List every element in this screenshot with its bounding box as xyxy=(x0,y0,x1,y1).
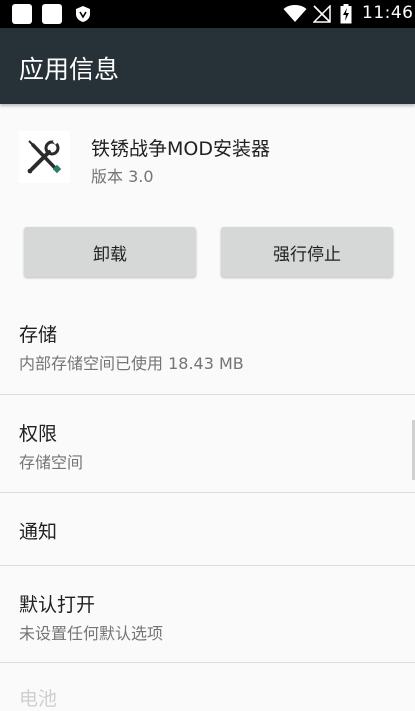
status-bar: 11:46 xyxy=(0,0,415,28)
permissions-title: 权限 xyxy=(19,423,58,445)
divider xyxy=(0,662,415,663)
notifications-title: 通知 xyxy=(19,521,58,543)
battery-title[interactable]: 电池 xyxy=(19,684,57,711)
notifications-item[interactable]: 通知 xyxy=(0,493,415,565)
tools-icon xyxy=(27,138,62,174)
storage-item[interactable]: 存储 内部存储空间已使用 18.43 MB xyxy=(0,299,415,391)
open-by-default-title: 默认打开 xyxy=(19,594,96,616)
app-icon xyxy=(19,131,70,183)
no-signal-icon xyxy=(313,5,331,23)
open-by-default-item[interactable]: 默认打开 未设置任何默认选项 xyxy=(0,566,415,662)
uninstall-button[interactable]: 卸载 xyxy=(24,227,196,277)
notification-square-icon xyxy=(42,4,62,24)
app-name: 铁锈战争MOD安装器 xyxy=(91,138,270,160)
permissions-summary: 存储空间 xyxy=(19,453,84,472)
open-by-default-summary: 未设置任何默认选项 xyxy=(19,624,164,643)
page-title: 应用信息 xyxy=(19,55,120,84)
notification-square-icon xyxy=(12,4,32,24)
app-version: 版本 3.0 xyxy=(91,167,154,186)
battery-charging-icon xyxy=(340,4,352,24)
storage-summary: 内部存储空间已使用 18.43 MB xyxy=(19,354,244,373)
status-time: 11:46 xyxy=(362,3,414,23)
permissions-item[interactable]: 权限 存储空间 xyxy=(0,395,415,492)
force-stop-button[interactable]: 强行停止 xyxy=(221,227,393,277)
storage-title: 存储 xyxy=(19,324,58,346)
app-bar: 应用信息 xyxy=(0,28,415,104)
shield-icon xyxy=(76,6,90,22)
wifi-icon xyxy=(283,5,307,22)
